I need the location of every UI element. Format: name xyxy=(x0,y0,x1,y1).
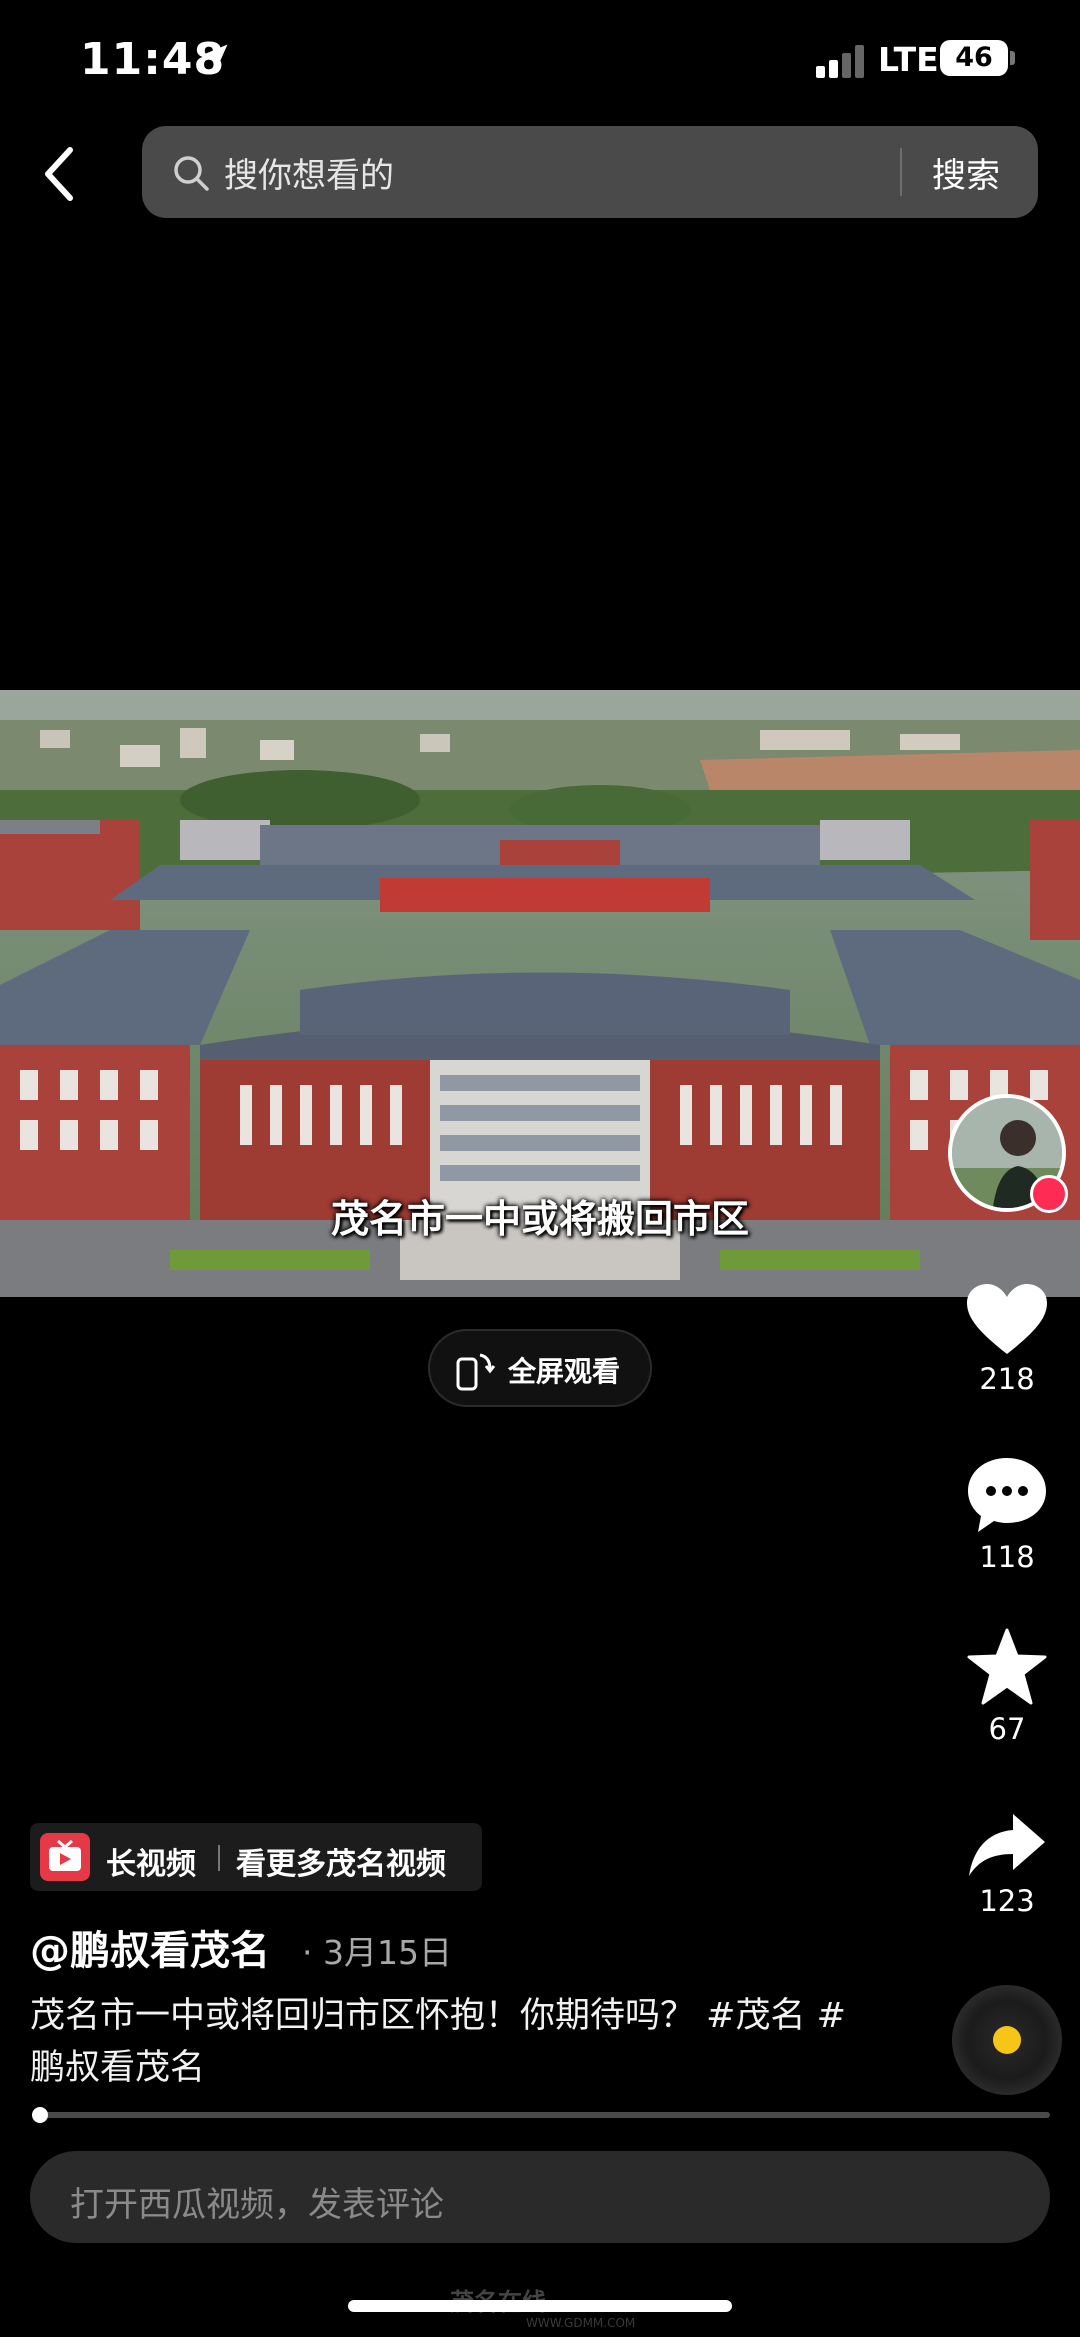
location-arrow-icon xyxy=(200,44,228,72)
network-label: LTE xyxy=(878,40,939,79)
music-disc[interactable] xyxy=(952,1985,1062,2095)
battery-icon: 46 xyxy=(940,40,1008,76)
tv-icon xyxy=(40,1833,90,1881)
chevron-left-icon xyxy=(45,147,73,201)
tag-divider xyxy=(218,1845,220,1871)
signal-bars-icon xyxy=(816,44,866,78)
share-arrow-icon xyxy=(969,1814,1045,1876)
star-icon xyxy=(967,1628,1047,1705)
like-count: 218 xyxy=(979,1362,1035,1396)
favorite-button[interactable]: 67 xyxy=(950,1628,1064,1746)
status-bar: 11:48 LTE 46 xyxy=(0,0,1080,120)
search-button[interactable]: 搜索 xyxy=(932,148,1000,197)
comment-bubble-icon xyxy=(968,1458,1046,1532)
search-divider xyxy=(900,148,902,196)
fullscreen-label: 全屏观看 xyxy=(508,1355,621,1388)
fullscreen-button[interactable]: 全屏观看 xyxy=(428,1329,652,1407)
comment-input[interactable]: 打开西瓜视频，发表评论 xyxy=(30,2151,1050,2243)
rotate-phone-icon xyxy=(456,1353,496,1391)
watermark-url: WWW.GDMM.COM xyxy=(526,2316,636,2330)
more-videos-link[interactable]: 看更多茂名视频 xyxy=(236,1839,446,1883)
favorite-count: 67 xyxy=(988,1712,1026,1746)
search-input[interactable]: 搜你想看的 xyxy=(224,148,394,197)
share-button[interactable]: 123 xyxy=(950,1812,1064,1918)
video-progress-bar[interactable] xyxy=(34,2112,1050,2118)
music-disc-center xyxy=(993,2026,1021,2054)
video-progress-knob[interactable] xyxy=(32,2107,48,2123)
post-caption: 茂名市一中或将回归市区怀抱！你期待吗？ #茂名 #鹏叔看茂名 xyxy=(30,1996,846,2088)
comment-count: 118 xyxy=(979,1540,1035,1574)
share-count: 123 xyxy=(979,1884,1035,1918)
comment-placeholder: 打开西瓜视频，发表评论 xyxy=(70,2185,444,2225)
search-bar[interactable]: 搜你想看的 搜索 xyxy=(142,126,1038,218)
author-name[interactable]: @鹏叔看茂名 xyxy=(30,1918,270,1976)
long-video-label: 长视频 xyxy=(106,1847,196,1882)
like-button[interactable]: 218 xyxy=(950,1282,1064,1396)
battery-tip xyxy=(1010,51,1015,65)
back-button[interactable] xyxy=(28,138,92,210)
long-video-tag[interactable]: 长视频 看更多茂名视频 xyxy=(30,1823,482,1891)
post-date: · 3月15日 xyxy=(302,1933,452,1972)
video-subtitle: 茂名市一中或将搬回市区 xyxy=(330,1197,749,1241)
home-indicator xyxy=(348,2300,732,2312)
live-badge-icon xyxy=(1030,1175,1068,1213)
comment-button[interactable]: 118 xyxy=(950,1456,1064,1574)
search-icon xyxy=(174,156,209,191)
heart-icon xyxy=(967,1284,1047,1354)
